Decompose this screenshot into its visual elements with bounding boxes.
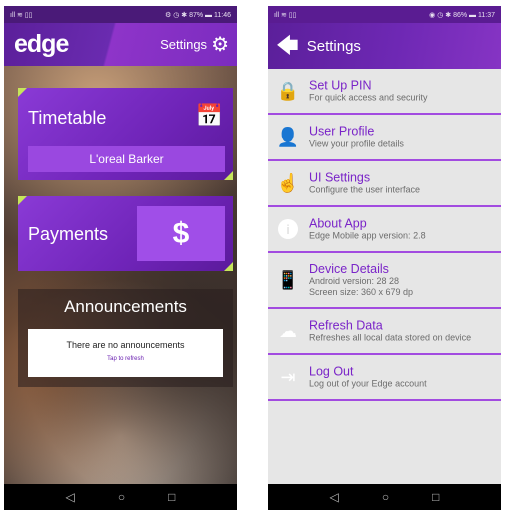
announcements-box[interactable]: There are no announcements Tap to refres… (28, 329, 223, 377)
page-title: Settings (306, 37, 361, 55)
recents-nav-icon[interactable]: □ (168, 491, 175, 503)
item-label: Device Details (309, 262, 389, 276)
calendar-icon: 📅 (195, 103, 223, 128)
corner-accent (18, 196, 27, 205)
settings-item-logout[interactable]: ⇥ Log Out Log out of your Edge account (268, 355, 501, 401)
item-label: Refresh Data (309, 318, 383, 333)
settings-button[interactable]: Settings ⚙ (160, 35, 229, 55)
settings-item-ui[interactable]: ☝ UI Settings Configure the user interfa… (268, 161, 501, 207)
item-label: UI Settings (309, 170, 371, 185)
announcements-panel: Announcements There are no announcements… (18, 289, 233, 387)
info-icon: i (277, 218, 299, 240)
item-label: About App (309, 216, 367, 231)
android-nav-bar: ◁ ○ □ (4, 484, 237, 510)
dollar-icon: $ (172, 216, 190, 250)
status-bar: ıll ≋ ▯▯ ⚙ ◷ ✱ 87% ▬ 11:46 (4, 6, 237, 23)
item-desc-2: Screen size: 360 x 679 dp (309, 287, 414, 297)
corner-accent (224, 171, 233, 180)
status-left: ıll ≋ ▯▯ (10, 11, 33, 19)
home-screen: ıll ≋ ▯▯ ⚙ ◷ ✱ 87% ▬ 11:46 edge Settings… (4, 6, 237, 510)
lock-icon: 🔒 (276, 80, 300, 101)
android-nav-bar: ◁ ○ □ (268, 484, 501, 510)
item-label: Log Out (309, 364, 354, 379)
timetable-card[interactable]: Timetable 📅 L'oreal Barker (18, 88, 233, 180)
status-left: ıll ≋ ▯▯ (274, 11, 297, 19)
timetable-title: Timetable (28, 108, 107, 128)
back-nav-icon[interactable]: ◁ (330, 491, 339, 503)
item-desc: For quick access and security (309, 92, 428, 103)
hand-pointer-icon: ☝ (276, 172, 300, 193)
settings-screen: ıll ≋ ▯▯ ◉ ◷ ✱ 86% ▬ 11:37 🡄 Settings 🔒 … (268, 6, 501, 510)
item-desc: View your profile details (309, 138, 404, 149)
item-desc: Android version: 28 28 (309, 276, 400, 286)
payments-card[interactable]: Payments $ (18, 196, 233, 271)
home-nav-icon[interactable]: ○ (382, 491, 389, 503)
settings-item-profile[interactable]: 👤 User Profile View your profile details (268, 115, 501, 161)
phone-icon: 📱 (276, 269, 300, 290)
status-bar: ıll ≋ ▯▯ ◉ ◷ ✱ 86% ▬ 11:37 (268, 6, 501, 23)
tap-to-refresh-link[interactable]: Tap to refresh (28, 356, 223, 362)
settings-list: 🔒 Set Up PIN For quick access and securi… (268, 69, 501, 401)
payments-title: Payments (28, 224, 109, 244)
announcements-title: Announcements (64, 297, 187, 316)
announcements-message: There are no announcements (66, 340, 185, 350)
settings-item-device[interactable]: 📱 Device Details Android version: 28 28 … (268, 253, 501, 309)
back-nav-icon[interactable]: ◁ (66, 491, 75, 503)
student-name: L'oreal Barker (28, 146, 225, 172)
home-nav-icon[interactable]: ○ (118, 491, 125, 503)
logout-icon: ⇥ (280, 366, 296, 387)
item-desc: Log out of your Edge account (309, 378, 427, 389)
cloud-download-icon: ☁ (279, 320, 297, 341)
back-arrow-icon[interactable]: 🡄 (276, 35, 299, 57)
settings-item-about[interactable]: i About App Edge Mobile app version: 2.8 (268, 207, 501, 253)
item-desc: Configure the user interface (309, 184, 421, 195)
user-icon: 👤 (276, 126, 300, 147)
corner-accent (224, 262, 233, 271)
edge-logo: edge (14, 30, 69, 58)
settings-header: 🡄 Settings (268, 23, 501, 69)
item-desc: Refreshes all local data stored on devic… (309, 332, 472, 343)
item-desc: Edge Mobile app version: 2.8 (309, 230, 426, 241)
app-header: edge Settings ⚙ (4, 23, 237, 66)
item-label: Set Up PIN (309, 78, 372, 93)
recents-nav-icon[interactable]: □ (432, 491, 439, 503)
settings-item-refresh[interactable]: ☁ Refresh Data Refreshes all local data … (268, 309, 501, 355)
dollar-icon-box: $ (137, 206, 225, 261)
status-right: ⚙ ◷ ✱ 87% ▬ 11:46 (165, 11, 231, 19)
gear-icon: ⚙ (211, 33, 229, 56)
status-right: ◉ ◷ ✱ 86% ▬ 11:37 (429, 11, 495, 19)
settings-item-pin[interactable]: 🔒 Set Up PIN For quick access and securi… (268, 69, 501, 115)
item-label: User Profile (309, 124, 375, 139)
settings-label: Settings (160, 37, 208, 52)
corner-accent (18, 88, 27, 97)
